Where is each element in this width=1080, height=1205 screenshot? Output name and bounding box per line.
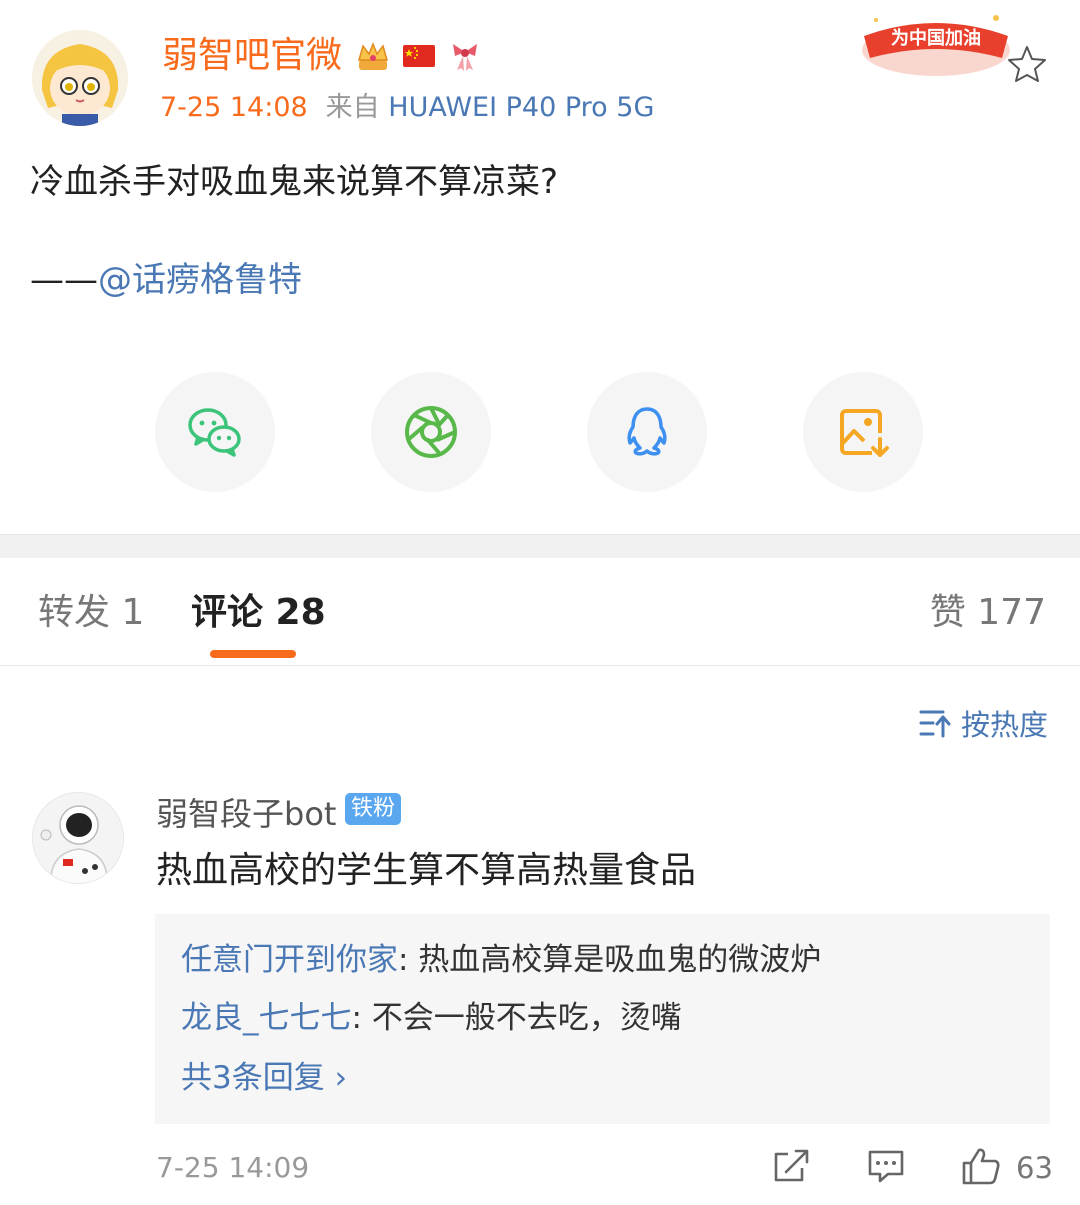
author-avatar[interactable] [32,30,128,126]
post-time: 7-25 14:08 [160,92,308,123]
share-comment-icon[interactable] [772,1146,812,1186]
post-text: 冷血杀手对吸血鬼来说算不算凉菜? [30,162,559,202]
section-divider [0,534,1080,558]
comment-like-count: 63 [1016,1151,1053,1185]
reply-author[interactable]: 龙良_七七七 [181,1000,352,1036]
tab-bar: 转发 1 评论 28 赞 177 [0,558,1080,666]
author-name[interactable]: 弱智吧官微 [162,32,342,80]
sort-button[interactable]: 按热度 [919,702,1048,744]
like-thumb-icon[interactable] [960,1146,1002,1186]
post-meta: 7-25 14:08 来自 HUAWEI P40 Pro 5G [160,90,654,126]
tab-repost[interactable]: 转发 1 [38,590,144,636]
post-source[interactable]: HUAWEI P40 Pro 5G [388,92,654,123]
wechat-icon [188,408,241,457]
qq-icon [627,407,667,456]
save-image-icon [840,409,889,457]
save-image-button[interactable] [803,372,923,492]
promo-banner[interactable]: 为中国加油 [856,6,1016,80]
commenter-avatar[interactable] [32,792,124,884]
author-badges [355,38,483,74]
credit-dash: —— [30,260,98,300]
reply-author[interactable]: 任意门开到你家 [181,942,398,978]
comment-time: 7-25 14:09 [156,1151,310,1184]
sort-label: 按热度 [960,708,1048,742]
sort-icon [919,710,951,738]
share-row [0,372,1080,492]
post-header: 弱智吧官微 7-25 14:08 来自 HUAWEI P40 Pro 5G 为中国… [0,0,1080,140]
commenter-name[interactable]: 弱智段子bot [156,794,336,834]
more-replies-link[interactable]: 共3条回复 › [181,1058,347,1098]
active-tab-indicator [210,650,296,658]
promo-label: 为中国加油 [891,27,981,49]
reply-preview[interactable]: 任意门开到你家: 热血高校算是吸血鬼的微波炉 龙良_七七七: 不会一般不去吃，烫… [155,914,1050,1124]
credit-mention[interactable]: @话痨格鲁特 [98,260,302,300]
share-wechat-button[interactable] [155,372,275,492]
comment-text: 热血高校的学生算不算高热量食品 [156,850,697,891]
source-prefix: 来自 [325,92,380,123]
reply-comment-icon[interactable] [866,1146,906,1186]
ribbon-icon[interactable] [447,38,483,74]
share-qq-button[interactable] [587,372,707,492]
favorite-star-icon[interactable] [1006,44,1048,84]
tab-comments[interactable]: 评论 28 [191,590,326,636]
reply-item[interactable]: 任意门开到你家: 热血高校算是吸血鬼的微波炉 [181,940,821,980]
reply-text: : 不会一般不去吃，烫嘴 [351,1000,682,1036]
crown-icon[interactable] [355,38,391,74]
fan-badge[interactable]: 铁粉 [345,793,402,825]
moments-icon [405,406,457,458]
post-credit: ——@话痨格鲁特 [30,258,302,302]
tab-likes[interactable]: 赞 177 [930,590,1046,636]
reply-item[interactable]: 龙良_七七七: 不会一般不去吃，烫嘴 [181,998,682,1038]
china-flag-icon[interactable] [401,38,437,74]
reply-text: : 热血高校算是吸血鬼的微波炉 [398,942,822,978]
share-moments-button[interactable] [371,372,491,492]
